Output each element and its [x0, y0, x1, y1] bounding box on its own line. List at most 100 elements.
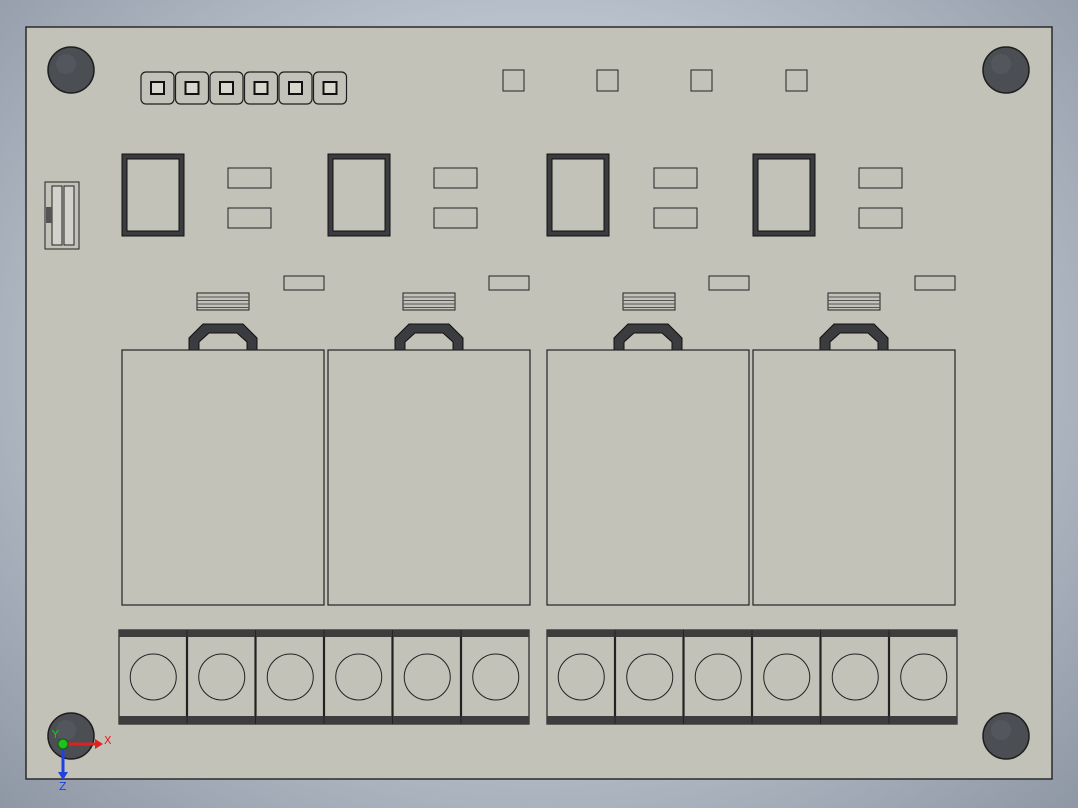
- terminal-bottom-band: [684, 716, 752, 724]
- header-pin-square: [219, 81, 234, 95]
- z-axis-label: Z: [59, 780, 67, 793]
- jumper-pin-b: [63, 185, 75, 246]
- terminal-top-band: [393, 630, 461, 637]
- hole-shading: [991, 54, 1011, 74]
- terminal-bottom-band: [547, 716, 615, 724]
- terminal-top-band: [461, 630, 529, 637]
- diode-icon: [827, 292, 881, 311]
- screw-icon[interactable]: [626, 653, 674, 701]
- terminal-block-group-1[interactable]: [118, 629, 530, 725]
- relay-body-icon: [752, 349, 956, 606]
- screw-terminal[interactable]: [546, 629, 616, 725]
- led-icon: [488, 275, 530, 291]
- screw-icon[interactable]: [129, 653, 177, 701]
- terminal-top-band: [547, 630, 615, 637]
- screw-icon[interactable]: [557, 653, 605, 701]
- pcb-top-view[interactable]: X Y Z: [0, 0, 1078, 808]
- mounting-hole-2: [982, 46, 1030, 94]
- led-icon: [283, 275, 325, 291]
- screw-terminal[interactable]: [888, 629, 958, 725]
- screw-terminal[interactable]: [614, 629, 684, 725]
- diode-icon: [196, 292, 250, 311]
- hole-shading: [56, 54, 76, 74]
- screw-icon[interactable]: [763, 653, 811, 701]
- terminal-bottom-band: [821, 716, 889, 724]
- hole-shading: [991, 720, 1011, 740]
- screw-terminal[interactable]: [683, 629, 753, 725]
- resistor-pad-icon: [227, 207, 272, 229]
- screw-terminal[interactable]: [392, 629, 462, 725]
- y-axis-label: Y: [51, 728, 59, 741]
- terminal-bottom-band: [461, 716, 529, 724]
- screw-terminal[interactable]: [186, 629, 256, 725]
- ic-top: [757, 158, 811, 232]
- terminal-bottom-band: [615, 716, 683, 724]
- test-pad-1: [502, 69, 525, 92]
- ic-top: [551, 158, 605, 232]
- screw-icon[interactable]: [403, 653, 451, 701]
- terminal-bottom-band: [256, 716, 324, 724]
- screw-terminal[interactable]: [820, 629, 890, 725]
- screw-terminal[interactable]: [255, 629, 325, 725]
- screw-terminal[interactable]: [323, 629, 393, 725]
- test-pad-2: [596, 69, 619, 92]
- resistor-pad-icon: [653, 167, 698, 189]
- screw-terminal[interactable]: [751, 629, 821, 725]
- mounting-hole-1: [47, 46, 95, 94]
- resistor-pad-icon: [433, 207, 478, 229]
- terminal-top-band: [615, 630, 683, 637]
- mounting-hole-4: [982, 712, 1030, 760]
- terminal-top-band: [684, 630, 752, 637]
- jumper[interactable]: [44, 181, 80, 250]
- header-pin-square: [288, 81, 303, 95]
- screw-terminal[interactable]: [118, 629, 188, 725]
- led-icon: [708, 275, 750, 291]
- diode-icon: [622, 292, 676, 311]
- terminal-bottom-band: [752, 716, 820, 724]
- header-pin-square: [253, 81, 269, 95]
- resistor-pad-icon: [858, 207, 903, 229]
- terminal-top-band: [256, 630, 324, 637]
- terminal-top-band: [821, 630, 889, 637]
- terminal-bottom-band: [324, 716, 392, 724]
- cad-viewport[interactable]: X Y Z: [0, 0, 1078, 808]
- relay-body-icon: [546, 349, 750, 606]
- header-pin-square: [322, 81, 338, 95]
- terminal-bottom-band: [393, 716, 461, 724]
- header-pin-square: [150, 81, 165, 95]
- ic-top: [332, 158, 386, 232]
- pcb-board[interactable]: [25, 26, 1053, 780]
- jumper-pin-a: [51, 185, 63, 246]
- screw-icon[interactable]: [694, 653, 742, 701]
- screw-icon[interactable]: [335, 653, 383, 701]
- header-pin-square: [184, 81, 200, 95]
- diode-icon: [402, 292, 456, 311]
- jumper-tab: [46, 207, 52, 223]
- resistor-pad-icon: [653, 207, 698, 229]
- screw-icon[interactable]: [831, 653, 879, 701]
- terminal-top-band: [187, 630, 255, 637]
- test-pad-4: [785, 69, 808, 92]
- resistor-pad-icon: [433, 167, 478, 189]
- resistor-pad-icon: [858, 167, 903, 189]
- x-axis-label: X: [104, 734, 112, 747]
- screw-terminal[interactable]: [460, 629, 530, 725]
- screw-icon[interactable]: [472, 653, 520, 701]
- terminal-top-band: [889, 630, 957, 637]
- test-pad-3: [690, 69, 713, 92]
- terminal-block-group-2[interactable]: [546, 629, 958, 725]
- screw-icon[interactable]: [900, 653, 948, 701]
- relay-body-icon: [327, 349, 531, 606]
- terminal-bottom-band: [889, 716, 957, 724]
- y-axis-dot-icon: [57, 738, 69, 750]
- screw-icon[interactable]: [266, 653, 314, 701]
- hole-shading: [56, 720, 76, 740]
- terminal-bottom-band: [187, 716, 255, 724]
- terminal-top-band: [324, 630, 392, 637]
- screw-icon[interactable]: [198, 653, 246, 701]
- relay-body-icon: [121, 349, 325, 606]
- terminal-top-band: [119, 630, 187, 637]
- resistor-pad-icon: [227, 167, 272, 189]
- led-icon: [914, 275, 956, 291]
- terminal-bottom-band: [119, 716, 187, 724]
